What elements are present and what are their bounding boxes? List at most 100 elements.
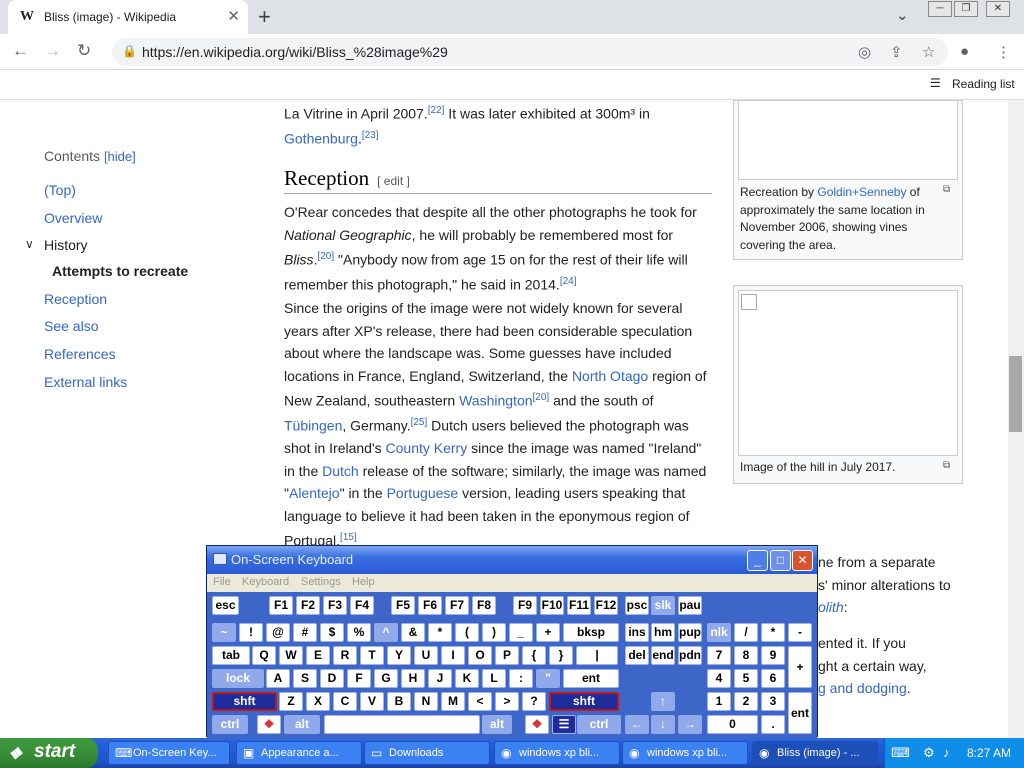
bookmark-star-icon[interactable]: ☆ [922,43,935,61]
toc-item-top[interactable]: (Top) [44,182,76,198]
thumbnail-image-broken[interactable] [738,290,958,456]
osk-close-button[interactable]: ✕ [792,550,813,571]
edit-link[interactable]: [ edit ] [377,174,410,188]
osk-key[interactable]: F8 [472,596,496,615]
osk-key[interactable]: shft [212,692,277,711]
osk-key[interactable]: ctrl [212,715,248,734]
osk-key[interactable]: < [468,692,492,711]
profile-icon[interactable]: ● [960,43,969,60]
url-text[interactable]: https://en.wikipedia.org/wiki/Bliss_%28i… [142,44,448,60]
osk-key[interactable]: # [293,623,317,642]
osk-key[interactable]: ins [625,623,649,642]
link-tubingen[interactable]: Tübingen [284,418,342,434]
tab-active[interactable]: W Bliss (image) - Wikipedia ✕ [8,0,248,34]
osk-titlebar[interactable]: On-Screen Keyboard _ □ ✕ [207,546,817,574]
osk-key[interactable]: ! [239,623,263,642]
osk-key[interactable]: alt [284,715,320,734]
menu-file[interactable]: File [213,576,231,588]
enlarge-icon[interactable]: ⧉ [943,184,950,195]
osk-key[interactable]: W [279,646,303,665]
toc-item-attempts[interactable]: Attempts to recreate [52,263,188,279]
osk-key[interactable]: $ [320,623,344,642]
osk-key[interactable]: M [441,692,465,711]
forward-icon[interactable]: → [44,41,61,61]
enlarge-icon[interactable]: ⧉ [943,460,950,471]
osk-key[interactable]: C [333,692,357,711]
osk-key[interactable]: end [651,646,675,665]
osk-key[interactable]: slk [651,596,675,615]
osk-key[interactable]: F2 [296,596,320,615]
osk-key[interactable]: + [788,646,812,688]
taskbar-item-appearance[interactable]: ▣ Appearance a... [236,741,362,765]
osk-key[interactable]: T [360,646,384,665]
citation[interactable]: [15] [340,532,357,543]
osk-key[interactable]: alt [482,715,512,734]
toc-collapse-chevron-icon[interactable]: ∨ [25,237,34,251]
osk-key[interactable]: : [509,669,533,688]
new-tab-icon[interactable]: + [258,4,271,30]
osk-key[interactable]: H [401,669,425,688]
osk-key[interactable]: I [441,646,465,665]
osk-key[interactable]: J [428,669,452,688]
keyboard-tray-icon[interactable]: ⌨ [891,745,910,761]
context-menu-key-icon[interactable]: ☰ [552,715,576,734]
link-portuguese[interactable]: Portuguese [387,485,459,501]
link-dutch[interactable]: Dutch [322,463,359,479]
toc-item-references[interactable]: References [44,346,116,362]
osk-key[interactable]: 3 [761,692,785,711]
osk-key[interactable]: F6 [418,596,442,615]
reading-list-icon[interactable]: ☰ [930,76,941,90]
osk-key[interactable]: ^ [374,623,398,642]
toc-item-history[interactable]: History [44,237,88,253]
osk-key[interactable]: ~ [212,623,236,642]
osk-key[interactable]: tab [212,646,250,665]
menu-help[interactable]: Help [352,576,375,588]
toc-item-see-also[interactable]: See also [44,318,98,334]
toc-hide-link[interactable]: [hide] [104,149,136,164]
osk-key[interactable]: ( [455,623,479,642]
taskbar-item-downloads[interactable]: ▭ Downloads [364,741,490,765]
osk-key[interactable]: . [761,715,785,734]
osk-key[interactable]: esc [212,596,239,615]
osk-key[interactable]: pau [678,596,702,615]
osk-key[interactable]: 7 [707,646,731,665]
osk-key[interactable]: ctrl [577,715,621,734]
osk-key[interactable]: nlk [707,623,731,642]
osk-key[interactable]: A [266,669,290,688]
osk-key[interactable]: L [482,669,506,688]
osk-key[interactable]: { [522,646,546,665]
osk-key[interactable]: pdn [678,646,702,665]
osk-key[interactable]: 2 [734,692,758,711]
osk-key[interactable]: pup [678,623,702,642]
back-icon[interactable]: ← [12,41,29,61]
citation[interactable]: [22] [428,105,445,116]
osk-key[interactable]: ent [788,692,812,734]
osk-key[interactable]: F10 [540,596,564,615]
thumbnail-image[interactable] [738,100,958,180]
minimize-button[interactable]: ─ [928,1,952,17]
osk-key[interactable]: K [455,669,479,688]
toc-item-overview[interactable]: Overview [44,210,102,226]
close-window-button[interactable]: ✕ [986,1,1010,17]
menu-keyboard[interactable]: Keyboard [242,576,289,588]
osk-key[interactable]: 6 [761,669,785,688]
scrollbar-thumb[interactable] [1009,356,1022,432]
osk-key[interactable]: S [293,669,317,688]
osk-key[interactable]: @ [266,623,290,642]
osk-key[interactable]: D [320,669,344,688]
osk-key[interactable]: _ [509,623,533,642]
citation[interactable]: [24] [560,276,577,287]
osk-key[interactable]: → [678,715,702,734]
windows-key-icon[interactable]: ❖ [257,715,281,734]
osk-key[interactable]: ↑ [651,692,675,711]
osk-key[interactable]: 5 [734,669,758,688]
osk-key[interactable]: P [495,646,519,665]
osk-key[interactable]: 4 [707,669,731,688]
clock[interactable]: 8:27 AM [967,746,1011,760]
eye-slash-icon[interactable]: ◎ [858,43,871,61]
osk-key[interactable]: N [414,692,438,711]
osk-key[interactable]: 0 [707,715,758,734]
taskbar-item-browser-1[interactable]: ◉ windows xp bli... [494,741,620,765]
osk-key[interactable]: ↓ [651,715,675,734]
start-button[interactable]: ❖ start [0,738,98,768]
